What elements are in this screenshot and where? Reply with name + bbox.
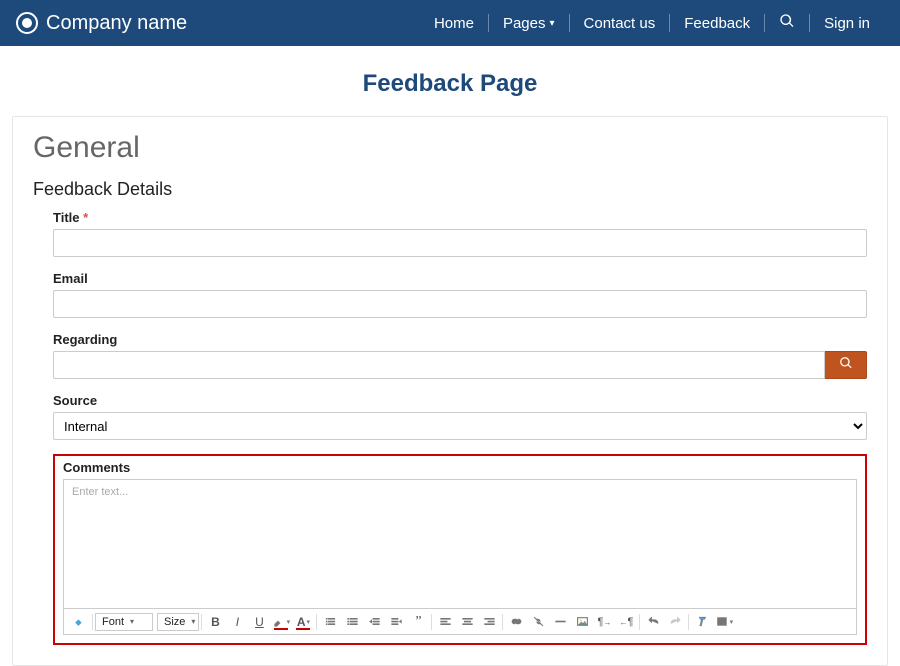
nav-contact-label: Contact us [584, 15, 656, 32]
image-button[interactable] [571, 612, 593, 632]
rich-text-editor: Enter text... Font ▾ Size ▾ B I U ▾ A▾ ” [63, 479, 857, 635]
toolbar-separator [316, 614, 317, 630]
clear-format-button[interactable] [691, 612, 713, 632]
toolbar-separator [201, 614, 202, 630]
regarding-input-group [53, 351, 867, 379]
toolbar-separator [92, 614, 93, 630]
field-title: Title * [33, 210, 867, 257]
blockquote-button[interactable]: ” [407, 612, 429, 632]
font-combo-label: Font [102, 616, 124, 628]
nav-feedback[interactable]: Feedback [670, 15, 764, 32]
field-regarding: Regarding [33, 332, 867, 379]
ltr-button[interactable]: ¶→ [593, 612, 615, 632]
toolbar-separator [639, 614, 640, 630]
regarding-lookup-button[interactable] [825, 351, 867, 379]
comments-highlight: Comments Enter text... Font ▾ Size ▾ B I U… [53, 454, 867, 645]
highlight-button[interactable]: ▾ [270, 612, 292, 632]
field-source: Source Internal [33, 393, 867, 440]
nav-signin-label: Sign in [824, 15, 870, 32]
bold-button[interactable]: B [204, 612, 226, 632]
undo-button[interactable] [642, 612, 664, 632]
rte-toolbar: Font ▾ Size ▾ B I U ▾ A▾ ” [64, 608, 856, 634]
content-panel: General Feedback Details Title * Email R… [12, 116, 888, 666]
toolbar-separator [502, 614, 503, 630]
outdent-button[interactable] [363, 612, 385, 632]
brand-name: Company name [46, 12, 187, 35]
bullet-list-button[interactable] [319, 612, 341, 632]
table-button[interactable]: ▾ [713, 612, 735, 632]
source-select[interactable]: Internal [53, 412, 867, 440]
regarding-label: Regarding [53, 332, 867, 347]
align-right-button[interactable] [478, 612, 500, 632]
navbar: Company name Home Pages ▾ Contact us Fee… [0, 0, 900, 46]
toolbar-separator [688, 614, 689, 630]
redo-button[interactable] [664, 612, 686, 632]
required-indicator: * [83, 210, 88, 225]
field-email: Email [33, 271, 867, 318]
format-painter-button[interactable] [68, 612, 90, 632]
search-icon [779, 13, 795, 33]
align-left-button[interactable] [434, 612, 456, 632]
align-center-button[interactable] [456, 612, 478, 632]
chevron-down-icon: ▾ [550, 18, 555, 29]
chevron-down-icon: ▾ [191, 617, 195, 626]
section-heading: General [33, 131, 867, 165]
nav-right: Home Pages ▾ Contact us Feedback Sign in [420, 13, 884, 33]
numbered-list-button[interactable] [341, 612, 363, 632]
nav-pages[interactable]: Pages ▾ [489, 15, 569, 32]
title-input[interactable] [53, 229, 867, 257]
nav-pages-label: Pages [503, 15, 546, 32]
brand[interactable]: Company name [16, 12, 187, 35]
link-button[interactable] [505, 612, 527, 632]
page-title: Feedback Page [0, 70, 900, 98]
title-label-text: Title [53, 210, 80, 225]
hr-button[interactable] [549, 612, 571, 632]
toolbar-separator [431, 614, 432, 630]
search-icon [839, 356, 853, 375]
nav-search[interactable] [765, 13, 809, 33]
nav-signin[interactable]: Sign in [810, 15, 884, 32]
chevron-down-icon: ▾ [130, 617, 134, 626]
indent-button[interactable] [385, 612, 407, 632]
brand-icon [16, 12, 38, 34]
size-combo[interactable]: Size ▾ [157, 613, 199, 631]
font-combo[interactable]: Font ▾ [95, 613, 153, 631]
comments-editor[interactable]: Enter text... [64, 480, 856, 608]
title-label: Title * [53, 210, 867, 225]
nav-feedback-label: Feedback [684, 15, 750, 32]
italic-button[interactable]: I [226, 612, 248, 632]
nav-contact[interactable]: Contact us [570, 15, 670, 32]
subsection-heading: Feedback Details [33, 179, 867, 200]
source-label: Source [53, 393, 867, 408]
email-input[interactable] [53, 290, 867, 318]
comments-label: Comments [63, 460, 857, 475]
font-color-button[interactable]: A▾ [292, 612, 314, 632]
nav-home[interactable]: Home [420, 15, 488, 32]
rtl-button[interactable]: ←¶ [615, 612, 637, 632]
underline-button[interactable]: U [248, 612, 270, 632]
email-label: Email [53, 271, 867, 286]
regarding-input[interactable] [53, 351, 825, 379]
nav-home-label: Home [434, 15, 474, 32]
unlink-button[interactable] [527, 612, 549, 632]
size-combo-label: Size [164, 616, 185, 628]
